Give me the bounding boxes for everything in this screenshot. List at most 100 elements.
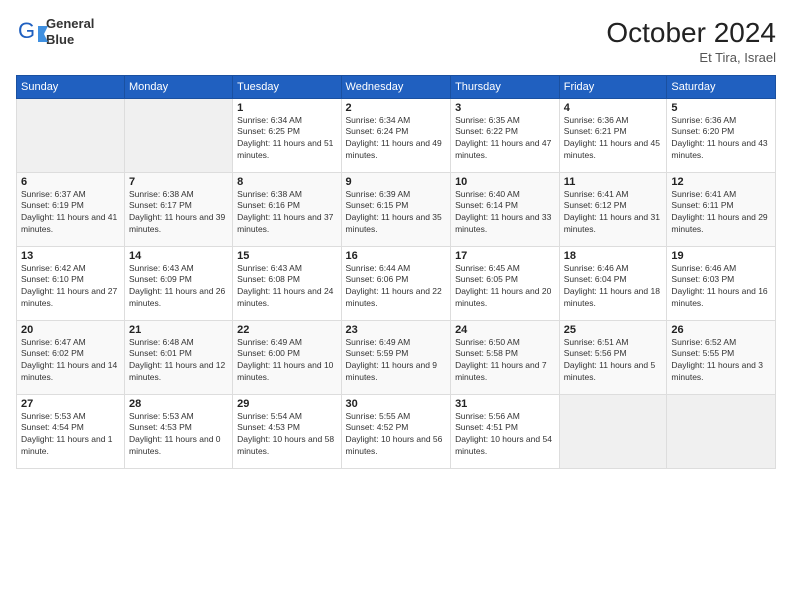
day-number: 1 [237,102,336,114]
day-number: 30 [346,398,447,410]
calendar-cell: 17Sunrise: 6:45 AMSunset: 6:05 PMDayligh… [451,246,560,320]
calendar-cell: 15Sunrise: 6:43 AMSunset: 6:08 PMDayligh… [233,246,341,320]
calendar-cell: 22Sunrise: 6:49 AMSunset: 6:00 PMDayligh… [233,320,341,394]
day-number: 12 [671,176,771,188]
day-detail: Sunrise: 6:39 AMSunset: 6:15 PMDaylight:… [346,189,447,237]
day-detail: Sunrise: 5:53 AMSunset: 4:53 PMDaylight:… [129,411,228,459]
day-number: 11 [564,176,663,188]
day-number: 27 [21,398,120,410]
day-detail: Sunrise: 6:36 AMSunset: 6:21 PMDaylight:… [564,115,663,163]
logo: G General Blue [16,16,94,47]
month-title: October 2024 [606,16,776,50]
calendar-cell: 3Sunrise: 6:35 AMSunset: 6:22 PMDaylight… [451,98,560,172]
calendar-cell [17,98,125,172]
day-detail: Sunrise: 6:45 AMSunset: 6:05 PMDaylight:… [455,263,555,311]
calendar-week-row: 6Sunrise: 6:37 AMSunset: 6:19 PMDaylight… [17,172,776,246]
calendar-day-header: Thursday [451,75,560,98]
day-detail: Sunrise: 6:42 AMSunset: 6:10 PMDaylight:… [21,263,120,311]
calendar-week-row: 13Sunrise: 6:42 AMSunset: 6:10 PMDayligh… [17,246,776,320]
calendar-week-row: 20Sunrise: 6:47 AMSunset: 6:02 PMDayligh… [17,320,776,394]
day-detail: Sunrise: 6:41 AMSunset: 6:12 PMDaylight:… [564,189,663,237]
day-number: 29 [237,398,336,410]
day-detail: Sunrise: 6:43 AMSunset: 6:08 PMDaylight:… [237,263,336,311]
calendar-week-row: 1Sunrise: 6:34 AMSunset: 6:25 PMDaylight… [17,98,776,172]
day-number: 20 [21,324,120,336]
day-number: 5 [671,102,771,114]
day-number: 21 [129,324,228,336]
calendar-cell: 12Sunrise: 6:41 AMSunset: 6:11 PMDayligh… [667,172,776,246]
day-detail: Sunrise: 6:34 AMSunset: 6:25 PMDaylight:… [237,115,336,163]
day-detail: Sunrise: 5:53 AMSunset: 4:54 PMDaylight:… [21,411,120,459]
calendar-day-header: Wednesday [341,75,451,98]
day-number: 23 [346,324,447,336]
svg-text:G: G [18,18,35,43]
calendar-cell [667,394,776,468]
page: G General Blue October 2024 Et Tira, Isr… [0,0,792,612]
calendar-cell: 31Sunrise: 5:56 AMSunset: 4:51 PMDayligh… [451,394,560,468]
calendar-cell: 18Sunrise: 6:46 AMSunset: 6:04 PMDayligh… [559,246,667,320]
day-detail: Sunrise: 6:48 AMSunset: 6:01 PMDaylight:… [129,337,228,385]
calendar-cell: 28Sunrise: 5:53 AMSunset: 4:53 PMDayligh… [125,394,233,468]
day-number: 24 [455,324,555,336]
day-detail: Sunrise: 6:49 AMSunset: 5:59 PMDaylight:… [346,337,447,385]
day-detail: Sunrise: 6:41 AMSunset: 6:11 PMDaylight:… [671,189,771,237]
calendar-day-header: Sunday [17,75,125,98]
day-detail: Sunrise: 5:56 AMSunset: 4:51 PMDaylight:… [455,411,555,459]
day-detail: Sunrise: 6:47 AMSunset: 6:02 PMDaylight:… [21,337,120,385]
day-detail: Sunrise: 6:38 AMSunset: 6:17 PMDaylight:… [129,189,228,237]
calendar-cell: 23Sunrise: 6:49 AMSunset: 5:59 PMDayligh… [341,320,451,394]
day-detail: Sunrise: 6:38 AMSunset: 6:16 PMDaylight:… [237,189,336,237]
day-number: 28 [129,398,228,410]
day-number: 19 [671,250,771,262]
calendar-cell: 8Sunrise: 6:38 AMSunset: 6:16 PMDaylight… [233,172,341,246]
day-detail: Sunrise: 6:46 AMSunset: 6:03 PMDaylight:… [671,263,771,311]
header: G General Blue October 2024 Et Tira, Isr… [16,16,776,65]
day-number: 25 [564,324,663,336]
calendar-cell: 9Sunrise: 6:39 AMSunset: 6:15 PMDaylight… [341,172,451,246]
calendar-cell: 26Sunrise: 6:52 AMSunset: 5:55 PMDayligh… [667,320,776,394]
calendar-cell [125,98,233,172]
title-block: October 2024 Et Tira, Israel [606,16,776,65]
day-detail: Sunrise: 6:52 AMSunset: 5:55 PMDaylight:… [671,337,771,385]
day-number: 26 [671,324,771,336]
day-number: 18 [564,250,663,262]
day-number: 2 [346,102,447,114]
logo-text: General Blue [46,16,94,47]
day-number: 16 [346,250,447,262]
day-number: 4 [564,102,663,114]
day-detail: Sunrise: 6:49 AMSunset: 6:00 PMDaylight:… [237,337,336,385]
logo-icon: G [16,18,44,46]
calendar-cell: 27Sunrise: 5:53 AMSunset: 4:54 PMDayligh… [17,394,125,468]
calendar-cell: 11Sunrise: 6:41 AMSunset: 6:12 PMDayligh… [559,172,667,246]
calendar-cell: 4Sunrise: 6:36 AMSunset: 6:21 PMDaylight… [559,98,667,172]
day-number: 8 [237,176,336,188]
day-number: 6 [21,176,120,188]
calendar-cell: 5Sunrise: 6:36 AMSunset: 6:20 PMDaylight… [667,98,776,172]
day-detail: Sunrise: 6:37 AMSunset: 6:19 PMDaylight:… [21,189,120,237]
calendar-cell: 1Sunrise: 6:34 AMSunset: 6:25 PMDaylight… [233,98,341,172]
day-detail: Sunrise: 6:40 AMSunset: 6:14 PMDaylight:… [455,189,555,237]
day-detail: Sunrise: 6:50 AMSunset: 5:58 PMDaylight:… [455,337,555,385]
calendar-cell: 24Sunrise: 6:50 AMSunset: 5:58 PMDayligh… [451,320,560,394]
day-number: 10 [455,176,555,188]
day-detail: Sunrise: 6:51 AMSunset: 5:56 PMDaylight:… [564,337,663,385]
day-number: 13 [21,250,120,262]
calendar-day-header: Saturday [667,75,776,98]
day-detail: Sunrise: 5:54 AMSunset: 4:53 PMDaylight:… [237,411,336,459]
calendar-day-header: Tuesday [233,75,341,98]
calendar-cell: 29Sunrise: 5:54 AMSunset: 4:53 PMDayligh… [233,394,341,468]
day-number: 14 [129,250,228,262]
calendar-cell [559,394,667,468]
day-detail: Sunrise: 6:35 AMSunset: 6:22 PMDaylight:… [455,115,555,163]
day-detail: Sunrise: 6:43 AMSunset: 6:09 PMDaylight:… [129,263,228,311]
calendar-cell: 10Sunrise: 6:40 AMSunset: 6:14 PMDayligh… [451,172,560,246]
calendar-cell: 25Sunrise: 6:51 AMSunset: 5:56 PMDayligh… [559,320,667,394]
calendar-cell: 21Sunrise: 6:48 AMSunset: 6:01 PMDayligh… [125,320,233,394]
day-detail: Sunrise: 6:46 AMSunset: 6:04 PMDaylight:… [564,263,663,311]
calendar-cell: 30Sunrise: 5:55 AMSunset: 4:52 PMDayligh… [341,394,451,468]
calendar-cell: 2Sunrise: 6:34 AMSunset: 6:24 PMDaylight… [341,98,451,172]
calendar-day-header: Monday [125,75,233,98]
location: Et Tira, Israel [606,50,776,65]
day-detail: Sunrise: 6:44 AMSunset: 6:06 PMDaylight:… [346,263,447,311]
calendar-cell: 19Sunrise: 6:46 AMSunset: 6:03 PMDayligh… [667,246,776,320]
